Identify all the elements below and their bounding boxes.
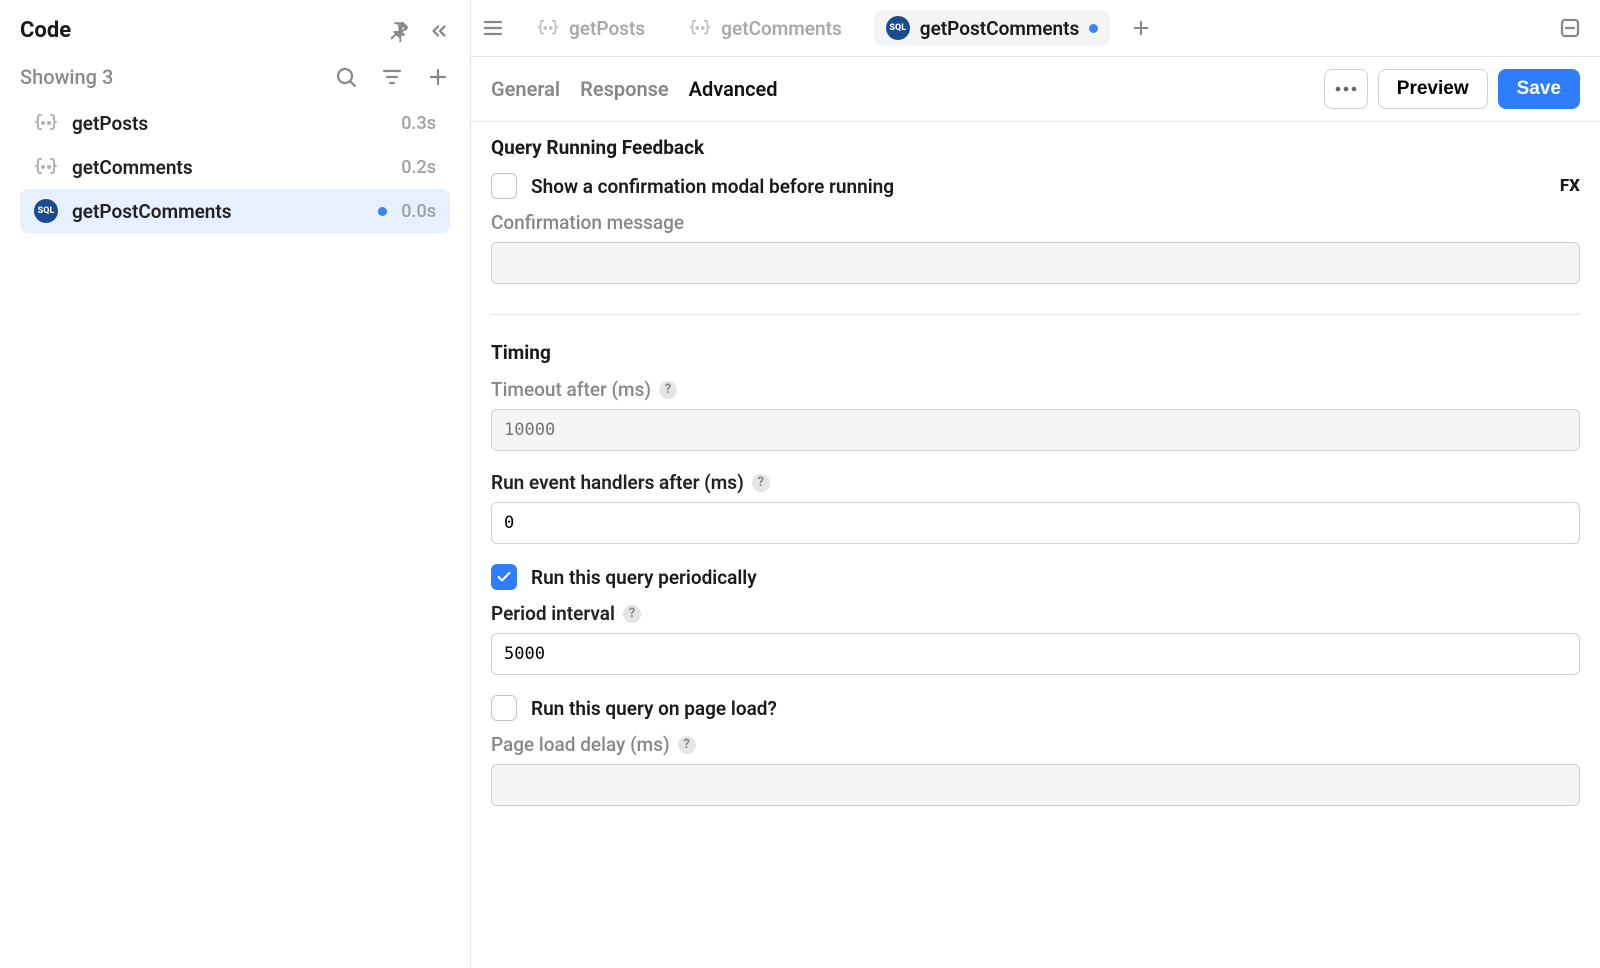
tab-label: getPostComments — [920, 17, 1080, 40]
subtab-response[interactable]: Response — [580, 77, 669, 101]
pageload-delay-label: Page load delay (ms) ? — [491, 733, 1580, 756]
divider — [491, 314, 1580, 315]
periodic-label: Run this query periodically — [531, 566, 757, 589]
query-item-label: getPosts — [72, 112, 387, 135]
preview-button[interactable]: Preview — [1378, 69, 1488, 109]
sidebar-header: Code — [0, 10, 470, 57]
sidebar-subheader-actions — [334, 65, 450, 89]
search-icon[interactable] — [334, 65, 358, 89]
unsaved-dot-icon — [378, 207, 387, 216]
handlers-input[interactable] — [491, 502, 1580, 544]
main-panel: getPosts getComments SQL getPostComments — [471, 0, 1600, 968]
tab-label: getComments — [721, 17, 842, 40]
pageload-row: Run this query on page load? — [491, 695, 1580, 721]
query-item-label: getPostComments — [72, 200, 368, 223]
sql-icon: SQL — [34, 199, 58, 223]
interval-input[interactable] — [491, 633, 1580, 675]
show-confirm-checkbox[interactable] — [491, 173, 517, 199]
interval-label: Period interval ? — [491, 602, 1580, 625]
minimize-panel-icon[interactable] — [1558, 16, 1582, 40]
showing-count: Showing 3 — [20, 65, 113, 89]
section-title-timing: Timing — [491, 341, 1580, 364]
periodic-checkbox[interactable] — [491, 564, 517, 590]
tab-label: getPosts — [569, 17, 645, 40]
more-menu-button[interactable] — [1324, 69, 1368, 109]
query-item-getposts[interactable]: getPosts 0.3s — [20, 101, 450, 145]
js-icon — [34, 155, 58, 179]
query-item-label: getComments — [72, 156, 387, 179]
query-item-time: 0.2s — [401, 157, 436, 178]
confirm-msg-input[interactable] — [491, 242, 1580, 284]
js-icon — [689, 17, 711, 39]
tab-getcomments[interactable]: getComments — [677, 11, 854, 46]
sidebar: Code Showing 3 — [0, 0, 471, 968]
save-button[interactable]: Save — [1498, 69, 1580, 109]
advanced-settings-content: Query Running Feedback Show a confirmati… — [471, 122, 1600, 846]
timeout-label: Timeout after (ms) ? — [491, 378, 1580, 401]
query-subtabbar: General Response Advanced Preview Save — [471, 57, 1600, 122]
js-icon — [34, 111, 58, 135]
query-item-getcomments[interactable]: getComments 0.2s — [20, 145, 450, 189]
sidebar-subheader: Showing 3 — [0, 57, 470, 101]
query-item-getpostcomments[interactable]: SQL getPostComments 0.0s — [20, 189, 450, 233]
subtab-general[interactable]: General — [491, 77, 560, 101]
menu-icon[interactable] — [481, 16, 505, 40]
periodic-row: Run this query periodically — [491, 564, 1580, 590]
add-query-icon[interactable] — [426, 65, 450, 89]
help-icon[interactable]: ? — [659, 381, 677, 399]
confirm-msg-label: Confirmation message — [491, 211, 1580, 234]
pageload-label: Run this query on page load? — [531, 697, 777, 720]
timeout-input[interactable] — [491, 409, 1580, 451]
query-item-time: 0.3s — [401, 113, 436, 134]
pageload-checkbox[interactable] — [491, 695, 517, 721]
section-title-qrf: Query Running Feedback — [491, 136, 1580, 159]
help-icon[interactable]: ? — [623, 605, 641, 623]
js-icon — [537, 17, 559, 39]
subtab-advanced[interactable]: Advanced — [689, 77, 778, 101]
pin-icon[interactable] — [388, 20, 410, 42]
help-icon[interactable]: ? — [752, 474, 770, 492]
editor-tabbar: getPosts getComments SQL getPostComments — [471, 0, 1600, 57]
collapse-sidebar-icon[interactable] — [428, 20, 450, 42]
add-tab-icon[interactable] — [1130, 17, 1152, 39]
unsaved-dot-icon — [1089, 24, 1098, 33]
filter-icon[interactable] — [380, 65, 404, 89]
subtabs: General Response Advanced — [491, 77, 778, 101]
show-confirm-label: Show a confirmation modal before running — [531, 175, 894, 198]
sidebar-header-actions — [388, 20, 450, 42]
handlers-label: Run event handlers after (ms) ? — [491, 471, 1580, 494]
fx-toggle[interactable]: FX — [1560, 176, 1580, 196]
sql-icon: SQL — [886, 16, 910, 40]
tab-getpostcomments[interactable]: SQL getPostComments — [874, 10, 1111, 46]
help-icon[interactable]: ? — [678, 736, 696, 754]
tab-getposts[interactable]: getPosts — [525, 11, 657, 46]
show-confirm-row: Show a confirmation modal before running… — [491, 173, 1580, 199]
query-item-time: 0.0s — [401, 201, 436, 222]
pageload-delay-input[interactable] — [491, 764, 1580, 806]
subtab-actions: Preview Save — [1324, 69, 1580, 109]
sidebar-title: Code — [20, 18, 71, 43]
query-list: getPosts 0.3s getComments 0.2s SQL getPo… — [0, 101, 470, 233]
